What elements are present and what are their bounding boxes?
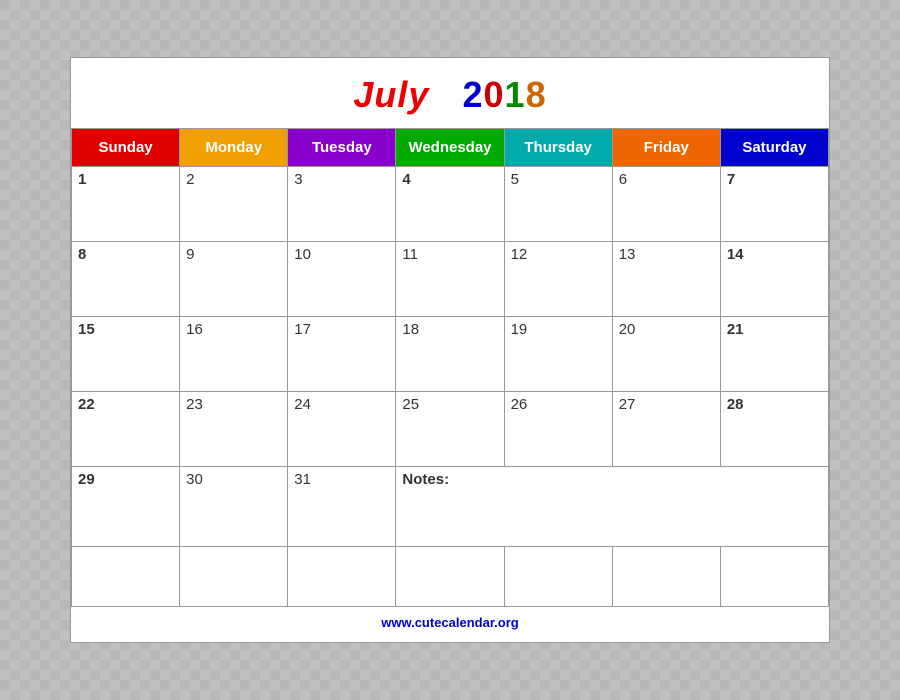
- year-label: 2018: [462, 74, 546, 115]
- header-wednesday: Wednesday: [396, 129, 504, 167]
- calendar-container: July 2018 Sunday Monday Tuesday Wednesda…: [70, 57, 830, 643]
- header-tuesday: Tuesday: [288, 129, 396, 167]
- day-10: 10: [288, 242, 396, 317]
- header-friday: Friday: [612, 129, 720, 167]
- website-footer: www.cutecalendar.org: [71, 607, 829, 634]
- extra-cell-1: [72, 547, 180, 607]
- notes-cell: Notes:: [396, 467, 829, 547]
- day-26: 26: [504, 392, 612, 467]
- extra-cell-6: [612, 547, 720, 607]
- week-row-1: 1 2 3 4 5 6 7: [72, 167, 829, 242]
- week-row-4: 22 23 24 25 26 27 28: [72, 392, 829, 467]
- day-30: 30: [180, 467, 288, 547]
- day-12: 12: [504, 242, 612, 317]
- day-15: 15: [72, 317, 180, 392]
- day-11: 11: [396, 242, 504, 317]
- day-17: 17: [288, 317, 396, 392]
- day-16: 16: [180, 317, 288, 392]
- header-row: Sunday Monday Tuesday Wednesday Thursday…: [72, 129, 829, 167]
- calendar-grid: Sunday Monday Tuesday Wednesday Thursday…: [71, 128, 829, 607]
- extra-row: [72, 547, 829, 607]
- month-label: July: [353, 74, 429, 115]
- header-thursday: Thursday: [504, 129, 612, 167]
- day-1: 1: [72, 167, 180, 242]
- day-6: 6: [612, 167, 720, 242]
- week-row-5: 29 30 31 Notes:: [72, 467, 829, 547]
- extra-cell-4: [396, 547, 504, 607]
- extra-cell-5: [504, 547, 612, 607]
- day-3: 3: [288, 167, 396, 242]
- day-4: 4: [396, 167, 504, 242]
- day-2: 2: [180, 167, 288, 242]
- extra-cell-2: [180, 547, 288, 607]
- day-25: 25: [396, 392, 504, 467]
- day-5: 5: [504, 167, 612, 242]
- day-23: 23: [180, 392, 288, 467]
- day-20: 20: [612, 317, 720, 392]
- extra-cell-3: [288, 547, 396, 607]
- day-22: 22: [72, 392, 180, 467]
- day-21: 21: [720, 317, 828, 392]
- day-8: 8: [72, 242, 180, 317]
- day-14: 14: [720, 242, 828, 317]
- day-24: 24: [288, 392, 396, 467]
- day-31: 31: [288, 467, 396, 547]
- week-row-3: 15 16 17 18 19 20 21: [72, 317, 829, 392]
- day-28: 28: [720, 392, 828, 467]
- extra-cell-7: [720, 547, 828, 607]
- header-monday: Monday: [180, 129, 288, 167]
- day-27: 27: [612, 392, 720, 467]
- header-saturday: Saturday: [720, 129, 828, 167]
- day-9: 9: [180, 242, 288, 317]
- day-29: 29: [72, 467, 180, 547]
- day-18: 18: [396, 317, 504, 392]
- week-row-2: 8 9 10 11 12 13 14: [72, 242, 829, 317]
- day-7: 7: [720, 167, 828, 242]
- calendar-title: July 2018: [71, 58, 829, 128]
- day-13: 13: [612, 242, 720, 317]
- header-sunday: Sunday: [72, 129, 180, 167]
- day-19: 19: [504, 317, 612, 392]
